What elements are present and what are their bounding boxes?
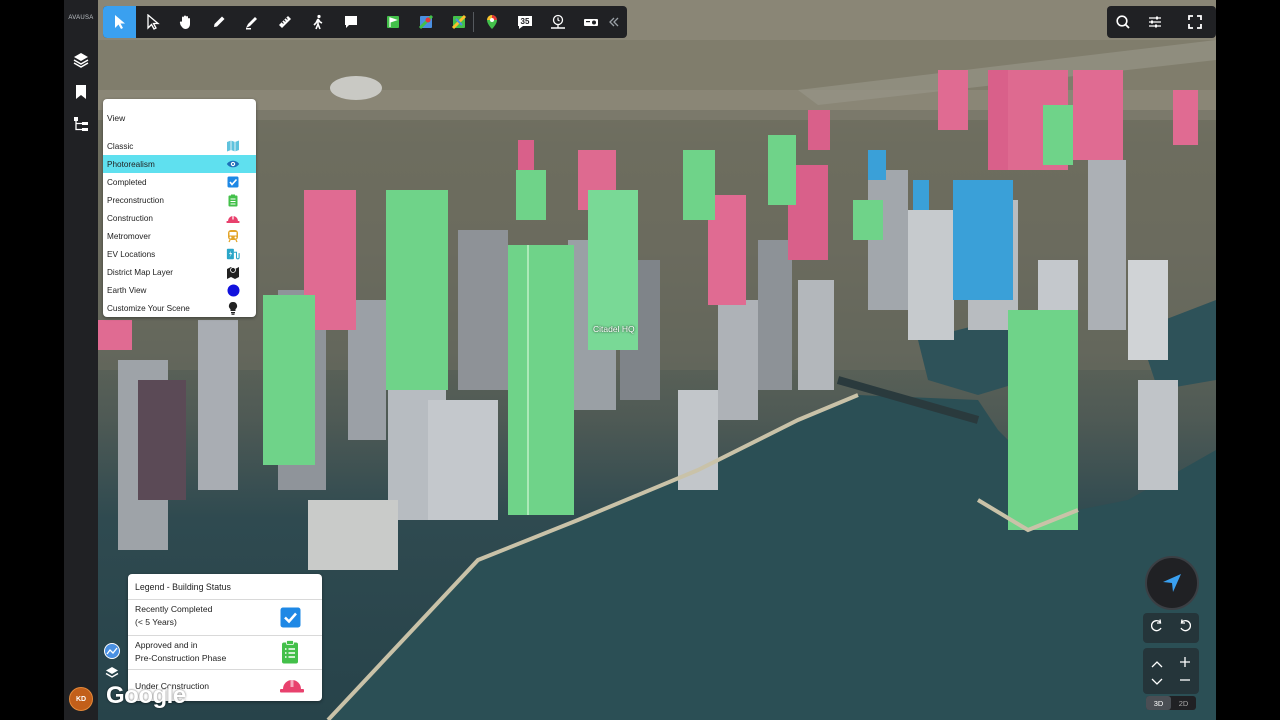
globe-dot-icon xyxy=(226,283,240,297)
timer-icon[interactable] xyxy=(541,6,574,38)
view-item-district-map-layer[interactable]: District Map Layer xyxy=(103,263,256,281)
view-item-label: Customize Your Scene xyxy=(107,303,190,313)
view-item-label: Metromover xyxy=(107,231,151,241)
google-attribution: Google xyxy=(106,682,186,709)
dimension-toggle: 3D 2D xyxy=(1146,696,1196,710)
view-menu-title: View xyxy=(107,113,126,123)
pencil-icon[interactable] xyxy=(202,6,235,38)
marker-icon[interactable] xyxy=(235,6,268,38)
map-flag-icon[interactable] xyxy=(376,6,409,38)
lightbulb-icon xyxy=(226,301,240,315)
view-item-construction[interactable]: Construction xyxy=(103,209,256,227)
hardhat-icon xyxy=(279,673,305,695)
search-icon[interactable] xyxy=(1107,6,1139,38)
hardhat-icon xyxy=(226,211,240,225)
location-pin-icon[interactable] xyxy=(475,6,508,38)
walk-icon[interactable] xyxy=(301,6,334,38)
map-icon xyxy=(226,139,240,153)
rotate-controls xyxy=(1143,613,1199,643)
view-menu-panel: View Classic Photorealism Completed Prec… xyxy=(103,99,256,317)
view-item-label: Classic xyxy=(107,141,134,151)
legend-row-completed: Recently Completed (< 5 Years) xyxy=(128,599,322,633)
view-item-preconstruction[interactable]: Preconstruction xyxy=(103,191,256,209)
view-item-photorealism[interactable]: Photorealism xyxy=(103,155,256,173)
hand-icon[interactable] xyxy=(169,6,202,38)
legend-sublabel: (< 5 Years) xyxy=(135,617,177,627)
checkbox-icon xyxy=(226,175,240,189)
map-pin-icon[interactable] xyxy=(409,6,442,38)
tram-icon xyxy=(226,229,240,243)
legend-label: Approved and in xyxy=(135,640,198,650)
top-toolbar: 35 xyxy=(103,6,627,38)
sliders-icon[interactable] xyxy=(1139,6,1171,38)
calendar-35-icon[interactable]: 35 xyxy=(508,6,541,38)
rotate-left-icon[interactable] xyxy=(1151,618,1163,638)
view-item-customize-your-scene[interactable]: Customize Your Scene xyxy=(103,299,256,317)
ruler-icon[interactable] xyxy=(268,6,301,38)
checkbox-icon xyxy=(279,606,301,628)
mode-2d-button[interactable]: 2D xyxy=(1171,696,1196,710)
clipboard-icon xyxy=(226,193,240,207)
view-item-label: District Map Layer xyxy=(107,267,173,277)
top-right-toolbar xyxy=(1107,6,1216,38)
eye-icon xyxy=(226,157,240,171)
compass-icon[interactable] xyxy=(1145,556,1199,610)
svg-text:35: 35 xyxy=(520,17,529,26)
legend-sublabel: Pre-Construction Phase xyxy=(135,653,227,663)
view-item-earth-view[interactable]: Earth View xyxy=(103,281,256,299)
view-item-label: Construction xyxy=(107,213,153,223)
select-arrow-icon[interactable] xyxy=(103,6,136,38)
layers-small-icon[interactable] xyxy=(104,665,120,681)
view-item-label: Preconstruction xyxy=(107,195,164,205)
view-item-metromover[interactable]: Metromover xyxy=(103,227,256,245)
view-item-ev-locations[interactable]: EV Locations xyxy=(103,245,256,263)
view-item-label: EV Locations xyxy=(107,249,156,259)
tilt-zoom-controls xyxy=(1143,648,1199,694)
view-item-label: Earth View xyxy=(107,285,147,295)
citadel-hq-label: Citadel HQ xyxy=(593,324,635,334)
view-item-classic[interactable]: Classic xyxy=(103,137,256,155)
map-route-icon[interactable] xyxy=(442,6,475,38)
navigation-controls: 3D 2D xyxy=(1143,556,1199,710)
rotate-right-icon[interactable] xyxy=(1179,618,1191,638)
mode-3d-button[interactable]: 3D xyxy=(1146,696,1171,710)
fullscreen-icon[interactable] xyxy=(1179,6,1211,38)
ev-icon xyxy=(226,247,240,261)
district-map-icon xyxy=(226,265,240,279)
zoom-out-icon[interactable] xyxy=(1179,673,1191,691)
legend-label: Recently Completed xyxy=(135,604,213,614)
collapse-icon[interactable] xyxy=(601,6,627,38)
pointer-icon[interactable] xyxy=(136,6,169,38)
legend-row-preconstruction: Approved and in Pre-Construction Phase xyxy=(128,635,322,669)
clipboard-icon xyxy=(279,640,301,664)
comment-icon[interactable] xyxy=(334,6,367,38)
view-item-label: Completed xyxy=(107,177,147,187)
globe-icon[interactable] xyxy=(104,643,120,659)
tilt-down-icon[interactable] xyxy=(1151,673,1163,691)
view-item-completed[interactable]: Completed xyxy=(103,173,256,191)
legend-title: Legend - Building Status xyxy=(135,582,231,592)
view-item-label: Photorealism xyxy=(107,159,155,169)
